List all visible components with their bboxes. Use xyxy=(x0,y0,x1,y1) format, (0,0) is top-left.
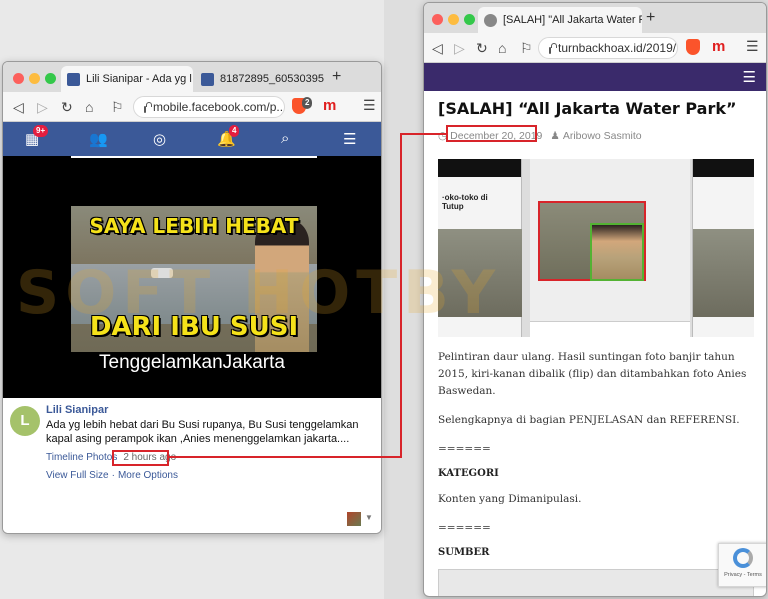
screenshot-center-panel xyxy=(530,159,690,337)
url-text: turnbackhoax.id/2019/1... xyxy=(558,41,677,55)
center-person xyxy=(590,223,644,281)
brave-count-badge: 2 xyxy=(302,97,313,109)
new-tab-button[interactable]: + xyxy=(646,9,655,27)
connector-line-horizontal-top xyxy=(400,133,446,135)
zoom-window-button[interactable] xyxy=(45,73,56,84)
home-icon[interactable]: ⌂ xyxy=(498,39,506,57)
watermark: SOFT HOTBY xyxy=(16,258,502,328)
source-image-preview xyxy=(438,569,754,596)
navigation-bar: ◁ ▷ ↻ ⌂ ⚐ turnbackhoax.id/2019/1... m ☰ xyxy=(424,33,766,63)
article-title: [SALAH] “All Jakarta Water Park” xyxy=(438,99,737,118)
tab-label: [SALAH] "All Jakarta Water Park" xyxy=(503,14,642,26)
extension-m-icon[interactable]: m xyxy=(712,38,725,55)
recaptcha-icon xyxy=(733,548,753,568)
friends-icon[interactable]: 👥 xyxy=(89,130,108,148)
facebook-favicon-icon xyxy=(201,72,214,86)
heading-sumber: SUMBER xyxy=(438,547,490,558)
bookmark-icon[interactable]: ⚐ xyxy=(520,39,533,57)
post-author[interactable]: Lili Sianipar xyxy=(46,404,108,416)
heading-kategori: KATEGORI xyxy=(438,468,499,479)
chat-input xyxy=(530,321,690,337)
site-header: ☰ xyxy=(424,63,766,91)
separator-2: ====== xyxy=(438,522,491,534)
reload-icon[interactable]: ↻ xyxy=(61,98,73,116)
globe-icon xyxy=(484,13,497,27)
user-icon: ♟ xyxy=(550,130,560,142)
address-bar[interactable]: turnbackhoax.id/2019/1... xyxy=(538,37,678,59)
extension-m-icon[interactable]: m xyxy=(323,97,336,114)
notifications-badge: 4 xyxy=(229,125,240,137)
tab-facebook-post[interactable]: Lili Sianipar - Ada yg l ✕ xyxy=(61,66,193,92)
panel-topbar xyxy=(693,159,754,177)
avatar[interactable]: L xyxy=(10,406,40,436)
home-icon[interactable]: ⌂ xyxy=(85,98,93,116)
view-full-size-link[interactable]: View Full Size xyxy=(46,470,109,481)
article-author[interactable]: ♟ Aribowo Sasmito xyxy=(550,130,641,142)
connector-line-horizontal-bottom xyxy=(169,456,402,458)
brave-shield-icon[interactable] xyxy=(686,39,700,55)
lock-icon xyxy=(144,101,152,113)
tab-bar: Lili Sianipar - Ada yg l ✕ 81872895_6053… xyxy=(3,62,381,92)
tab-image[interactable]: 81872895_60530395 ✕ xyxy=(195,66,325,92)
bookmark-icon[interactable]: ⚐ xyxy=(111,98,124,116)
photo-links: View Full Size · More Options xyxy=(46,470,178,481)
zoom-window-button[interactable] xyxy=(464,14,475,25)
meme-line-1: SAYA LEBIH HEBAT xyxy=(89,214,299,238)
screenshot-right-panel xyxy=(692,159,754,337)
connector-line-vertical xyxy=(400,133,402,458)
tab-label: 81872895_60530395 xyxy=(220,73,325,85)
panel-text: ·oko-toko di Tutup xyxy=(442,193,488,211)
tab-turnbackhoax[interactable]: [SALAH] "All Jakarta Water Park" ✕ xyxy=(478,7,642,33)
separator-1: ====== xyxy=(438,443,491,455)
more-options-link[interactable]: More Options xyxy=(118,470,178,481)
back-icon[interactable]: ◁ xyxy=(13,98,24,116)
photo-top-border xyxy=(71,156,317,158)
profile-thumbnail[interactable] xyxy=(347,512,361,526)
forward-icon[interactable]: ▷ xyxy=(454,39,465,57)
url-text: mobile.facebook.com/p... xyxy=(153,100,285,114)
home-badge: 9+ xyxy=(33,125,49,137)
post-details: L Lili Sianipar Ada yg lebih hebat dari … xyxy=(3,398,381,533)
minimize-window-button[interactable] xyxy=(29,73,40,84)
site-menu-icon[interactable]: ☰ xyxy=(743,68,756,86)
lock-icon xyxy=(549,42,557,54)
recaptcha-badge[interactable]: Privacy - Terms xyxy=(718,543,766,587)
reload-icon[interactable]: ↻ xyxy=(476,39,488,57)
address-bar[interactable]: mobile.facebook.com/p... xyxy=(133,96,285,118)
new-tab-button[interactable]: + xyxy=(332,68,341,86)
forward-icon[interactable]: ▷ xyxy=(37,98,48,116)
panel-topbar xyxy=(438,159,521,177)
author-text: Aribowo Sasmito xyxy=(562,130,642,142)
messenger-icon[interactable]: ◎ xyxy=(153,130,166,148)
meme-caption: TenggelamkanJakarta xyxy=(99,352,285,373)
close-window-button[interactable] xyxy=(432,14,443,25)
article-body: Pelintiran daur ulang. Hasil suntingan f… xyxy=(424,349,766,558)
menu-icon[interactable]: ☰ xyxy=(343,130,356,148)
search-icon[interactable]: ⌕ xyxy=(281,130,289,147)
chevron-down-icon[interactable]: ▼ xyxy=(365,513,373,522)
tab-bar: [SALAH] "All Jakarta Water Park" ✕ + xyxy=(424,3,766,33)
minimize-window-button[interactable] xyxy=(448,14,459,25)
close-window-button[interactable] xyxy=(13,73,24,84)
browser-menu-icon[interactable]: ☰ xyxy=(746,38,759,55)
facebook-nav-bar: ▦ 9+ 👥 ◎ 🔔 4 ⌕ ☰ xyxy=(3,122,381,156)
navigation-bar: ◁ ▷ ↻ ⌂ ⚐ mobile.facebook.com/p... 2 m ☰ xyxy=(3,92,381,122)
post-text: Ada yg lebih hebat dari Bu Susi rupanya,… xyxy=(46,419,359,445)
back-icon[interactable]: ◁ xyxy=(432,39,443,57)
paragraph-2: Selengkapnya di bagian PENJELASAN dan RE… xyxy=(438,414,740,426)
kategori-text: Konten yang Dimanipulasi. xyxy=(438,493,582,505)
browser-menu-icon[interactable]: ☰ xyxy=(363,97,376,114)
paragraph-1: Pelintiran daur ulang. Hasil suntingan f… xyxy=(438,351,747,397)
link-separator: · xyxy=(111,470,115,481)
album-link[interactable]: Timeline Photos xyxy=(46,452,117,463)
facebook-favicon-icon xyxy=(67,72,80,86)
facebook-time-highlight xyxy=(112,450,169,466)
recaptcha-links[interactable]: Privacy - Terms xyxy=(719,572,766,578)
article-date-highlight xyxy=(446,125,537,142)
tab-label: Lili Sianipar - Ada yg l xyxy=(86,73,192,85)
panel-photo xyxy=(693,229,754,317)
